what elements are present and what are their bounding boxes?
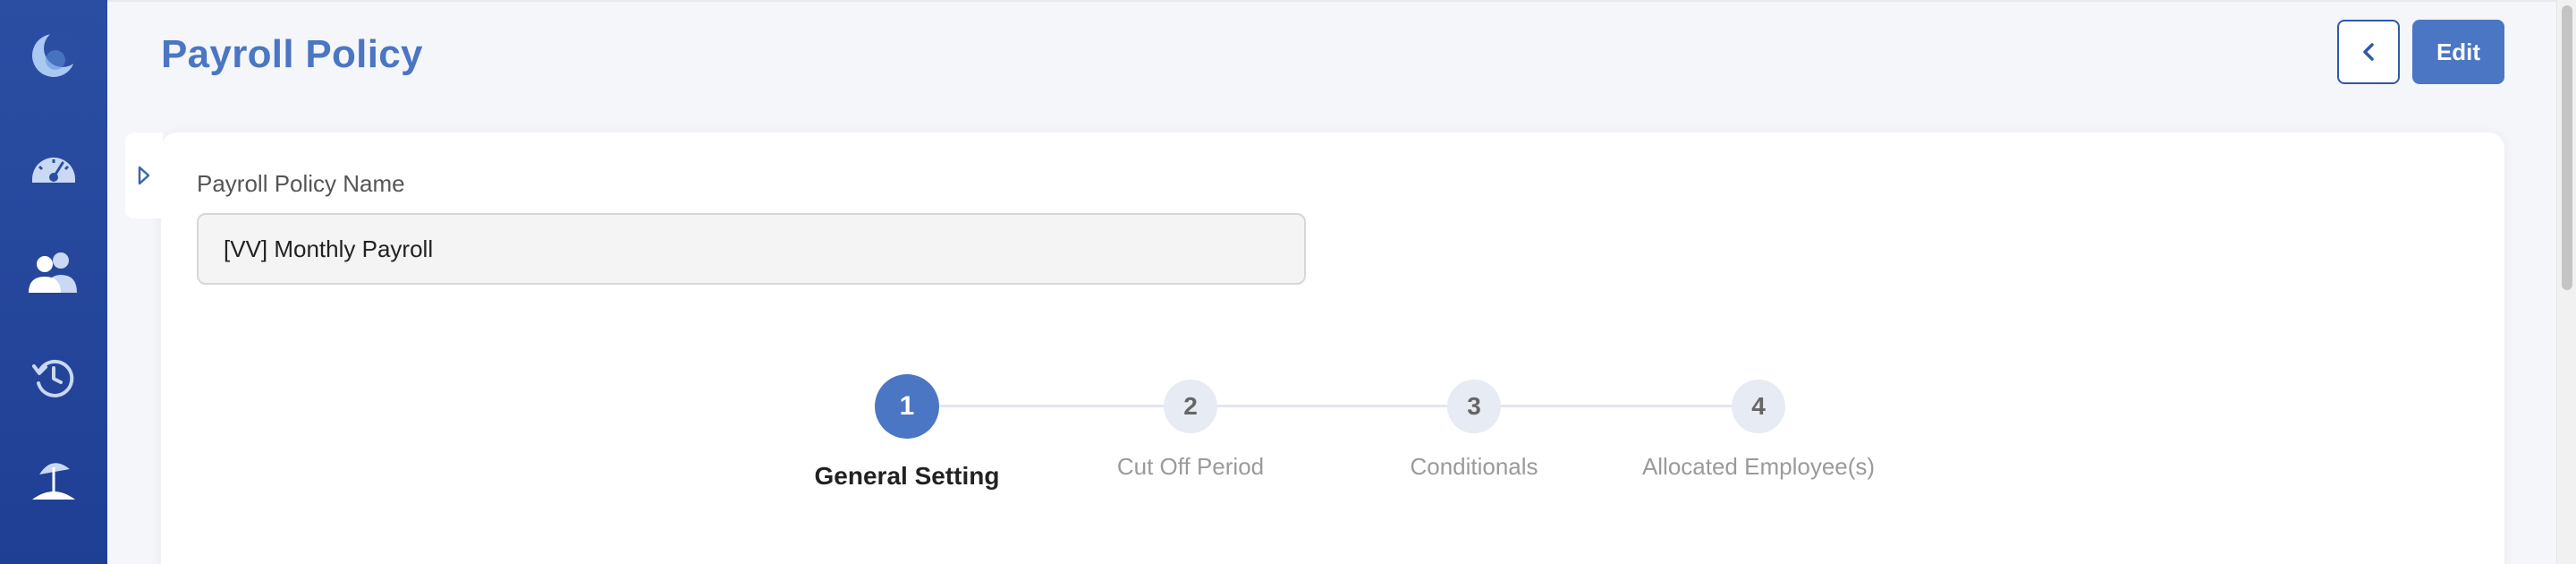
- moon-logo-icon[interactable]: [0, 20, 107, 91]
- expand-panel-toggle[interactable]: [125, 132, 163, 218]
- dashboard-gauge-icon[interactable]: [0, 131, 107, 202]
- top-border: [107, 0, 2576, 2]
- page-title: Payroll Policy: [161, 32, 423, 76]
- step-connector: [1501, 405, 1760, 407]
- step-2-label[interactable]: Cut Off Period: [1038, 453, 1343, 481]
- scrollbar[interactable]: [2556, 0, 2576, 564]
- edit-button[interactable]: Edit: [2412, 20, 2504, 84]
- step-connector: [937, 405, 1188, 407]
- policy-name-field[interactable]: [VV] Monthly Payroll: [197, 213, 1306, 285]
- beach-umbrella-icon[interactable]: [0, 444, 107, 516]
- people-icon[interactable]: [0, 236, 107, 308]
- step-2-circle[interactable]: 2: [1164, 380, 1217, 433]
- step-4-label[interactable]: Allocated Employee(s): [1606, 453, 1911, 481]
- policy-name-label: Payroll Policy Name: [197, 170, 405, 197]
- step-1-label[interactable]: General Setting: [755, 462, 1059, 491]
- scrollbar-thumb[interactable]: [2562, 5, 2572, 290]
- caret-right-icon: [138, 166, 150, 185]
- history-clock-icon[interactable]: [0, 342, 107, 414]
- step-1-circle[interactable]: 1: [875, 374, 939, 439]
- step-4-circle[interactable]: 4: [1732, 380, 1785, 433]
- step-3-circle[interactable]: 3: [1447, 380, 1501, 433]
- step-3-label[interactable]: Conditionals: [1322, 453, 1626, 481]
- chevron-left-icon: [2363, 43, 2374, 61]
- policy-card: [161, 132, 2504, 564]
- back-button[interactable]: [2337, 20, 2400, 84]
- step-connector: [1216, 405, 1474, 407]
- sidebar: [0, 0, 107, 564]
